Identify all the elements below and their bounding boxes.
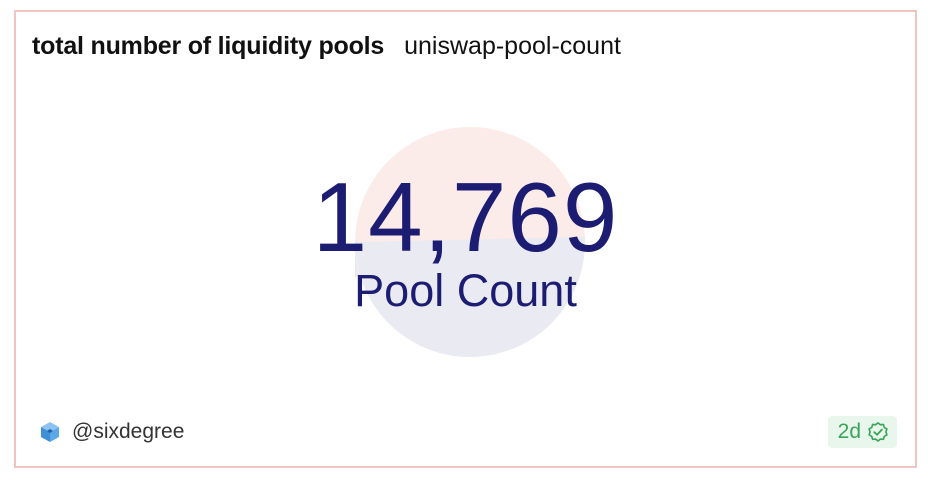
counter-visualization: 14,769 Pool Count — [16, 12, 915, 466]
age-badge: 2d — [827, 416, 897, 448]
counter-widget-card: total number of liquidity pools uniswap-… — [14, 10, 917, 468]
author-handle[interactable]: @sixdegree — [72, 420, 184, 444]
verified-check-icon — [868, 422, 888, 442]
age-badge-label: 2d — [837, 420, 861, 443]
cube-logo-icon — [41, 422, 59, 442]
author-link[interactable]: @sixdegree — [38, 420, 184, 444]
counter-caption: Pool Count — [354, 265, 577, 316]
counter-value: 14,769 — [312, 162, 619, 272]
